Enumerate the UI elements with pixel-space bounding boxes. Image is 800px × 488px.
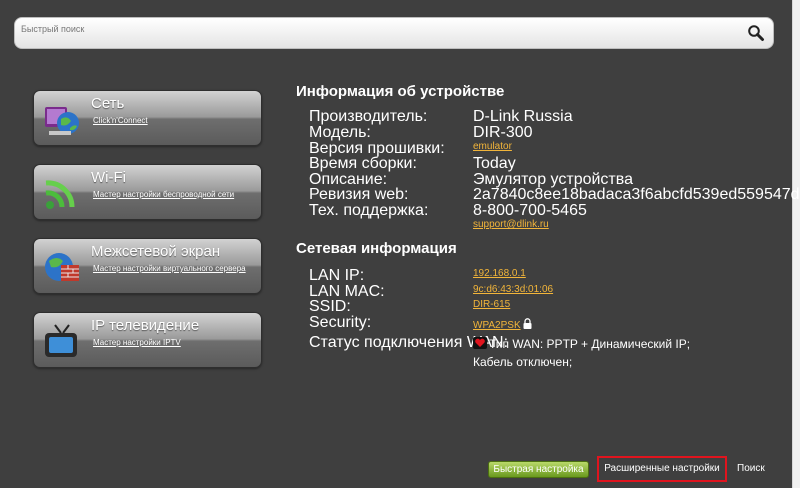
- quick-setup-button[interactable]: Быстрая настройка: [488, 461, 589, 478]
- lock-icon: [523, 318, 532, 332]
- menu-card-network[interactable]: Сеть Click'n'Connect: [33, 90, 262, 146]
- search-input[interactable]: [21, 21, 741, 37]
- menu-link-wireless-wizard[interactable]: Мастер настройки беспроводной сети: [93, 190, 258, 200]
- wifi-icon: [41, 173, 83, 213]
- menu-link-clickn-connect[interactable]: Click'n'Connect: [93, 116, 258, 126]
- info-label-support: Тех. поддержка:: [309, 202, 429, 219]
- menu-card-iptv[interactable]: IP телевидение Мастер настройки IPTV: [33, 312, 262, 368]
- info-value-lan-mac[interactable]: 9c:d6:43:3d:01:06: [473, 284, 553, 295]
- menu-title-network: Сеть: [91, 95, 125, 112]
- firewall-icon: [41, 247, 83, 287]
- device-info-title: Информация об устройстве: [296, 83, 505, 100]
- menu-link-virtual-server-wizard[interactable]: Мастер настройки виртуального сервера: [93, 264, 258, 274]
- tv-icon: [41, 321, 83, 361]
- info-label-security: Security:: [309, 314, 372, 331]
- menu-title-iptv: IP телевидение: [91, 317, 200, 334]
- info-value-support-phone: 8-800-700-5465: [473, 202, 587, 219]
- network-info-title: Сетевая информация: [296, 240, 457, 257]
- menu-title-wifi: Wi-Fi: [91, 169, 126, 186]
- info-value-firmware[interactable]: emulator: [473, 141, 512, 152]
- search-bar: [14, 17, 774, 49]
- info-value-ssid[interactable]: DIR-615: [473, 299, 510, 310]
- info-value-security[interactable]: WPA2PSK: [473, 318, 532, 332]
- wan-status-text: Тип WAN: PPTP + Динамический IP; Кабель …: [473, 337, 691, 369]
- search-link[interactable]: Поиск: [737, 463, 765, 474]
- search-icon[interactable]: [747, 24, 765, 42]
- menu-title-firewall: Межсетевой экран: [91, 243, 221, 260]
- advanced-settings-button[interactable]: Расширенные настройки: [597, 456, 727, 482]
- support-email-link[interactable]: support@dlink.ru: [473, 219, 549, 230]
- info-value-model: DIR-300: [473, 124, 533, 141]
- menu-card-wifi[interactable]: Wi-Fi Мастер настройки беспроводной сети: [33, 164, 262, 220]
- security-type: WPA2PSK: [473, 320, 521, 331]
- wan-status: Тип WAN: PPTP + Динамический IP; Кабель …: [473, 335, 733, 371]
- scrollbar[interactable]: [792, 0, 800, 488]
- info-value-lan-ip[interactable]: 192.168.0.1: [473, 268, 526, 279]
- status-heart-icon: [473, 336, 487, 349]
- menu-link-iptv-wizard[interactable]: Мастер настройки IPTV: [93, 338, 258, 348]
- menu-card-firewall[interactable]: Межсетевой экран Мастер настройки виртуа…: [33, 238, 262, 294]
- network-icon: [41, 99, 83, 139]
